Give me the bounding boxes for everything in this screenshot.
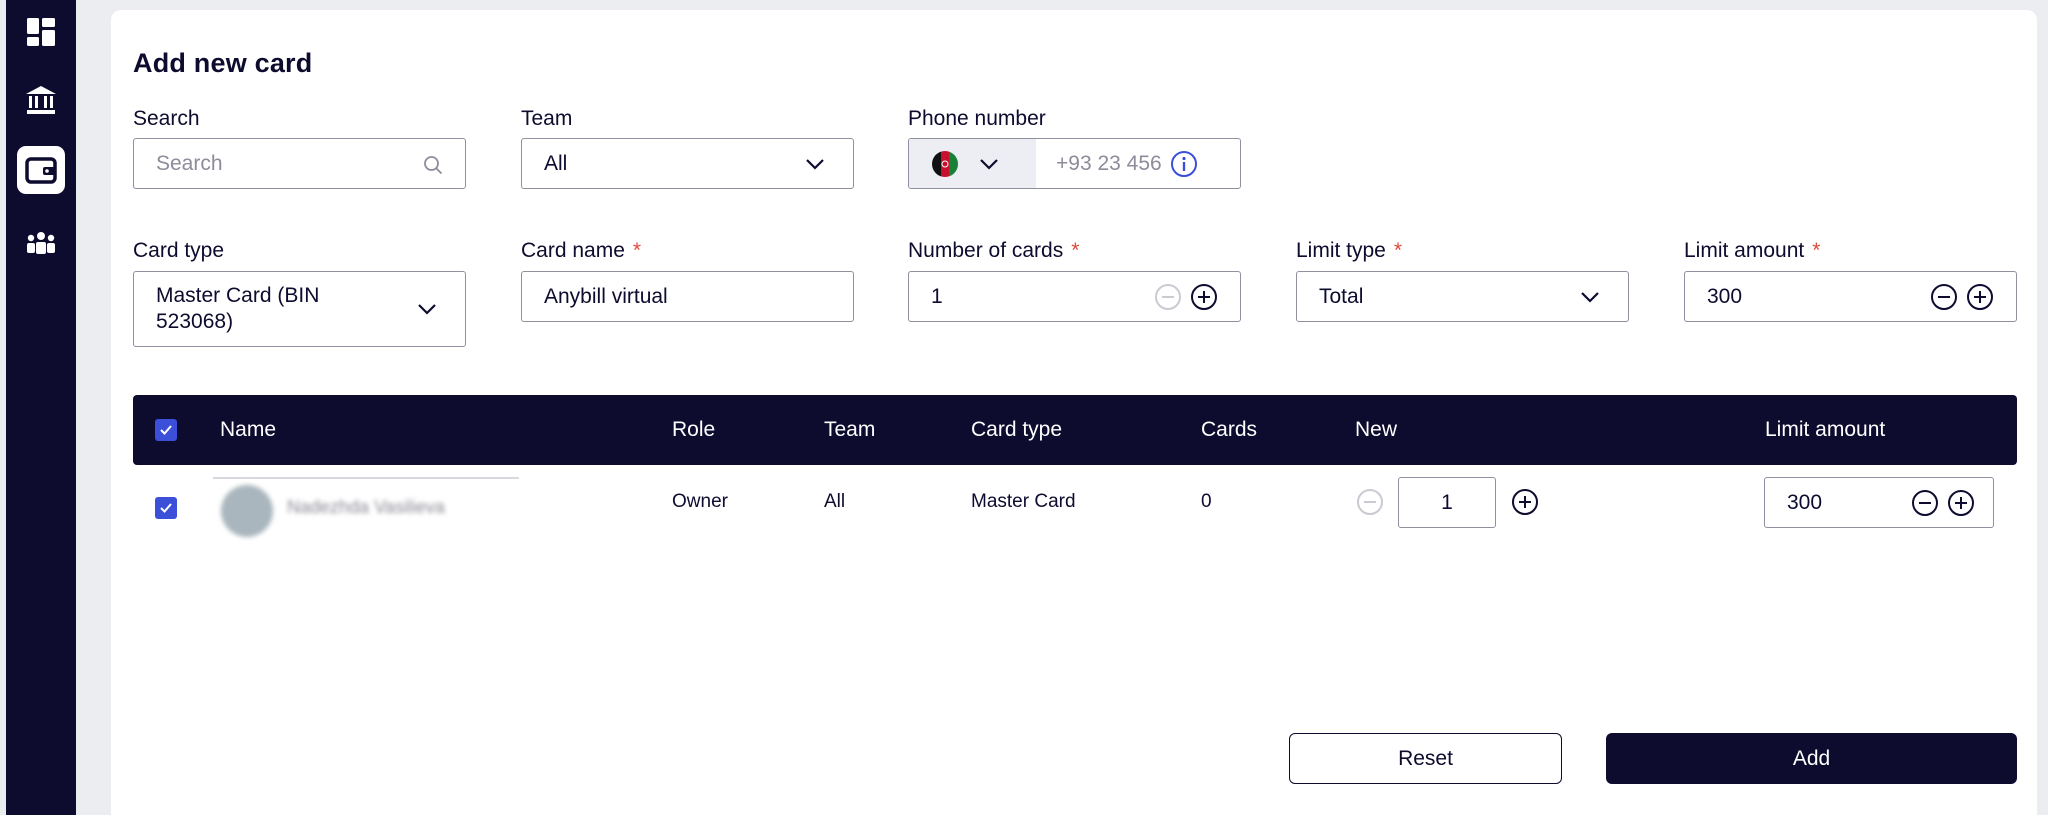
add-button[interactable]: Add: [1606, 733, 2017, 784]
card-type-value: Master Card (BIN 523068): [156, 284, 320, 333]
plus-circle-icon[interactable]: [1947, 489, 1975, 517]
row-card-type: Master Card: [971, 491, 1076, 512]
sidebar: [6, 0, 76, 815]
limit-amount-label: Limit amount *: [1684, 239, 1821, 262]
user-name: Nadezhda Vasilieva: [287, 497, 445, 517]
limit-type-label: Limit type *: [1296, 239, 1403, 262]
minus-circle-icon[interactable]: [1930, 283, 1958, 311]
user-cell: Nadezhda Vasilieva: [213, 477, 519, 537]
plus-circle-icon[interactable]: [1190, 283, 1218, 311]
chevron-down-icon: [418, 304, 436, 315]
dashboard-icon: [27, 18, 55, 46]
row-cards: 0: [1201, 491, 1212, 512]
team-label: Team: [521, 107, 573, 130]
minus-circle-icon[interactable]: [1356, 488, 1384, 516]
col-role[interactable]: Role: [672, 418, 715, 442]
card-name-label: Card name *: [521, 239, 642, 262]
row-limit-amount-value[interactable]: 300: [1765, 491, 1911, 515]
phone-placeholder[interactable]: +93 23 456: [1036, 152, 1162, 176]
search-placeholder: Search: [156, 151, 223, 175]
checkmark-icon: [160, 425, 172, 435]
card-name-value: Anybill virtual: [544, 284, 668, 308]
search-icon: [424, 156, 443, 175]
plus-circle-icon[interactable]: [1511, 488, 1539, 516]
minus-circle-icon[interactable]: [1154, 283, 1182, 311]
new-cards-input[interactable]: 1: [1398, 477, 1496, 528]
col-cards[interactable]: Cards: [1201, 418, 1257, 442]
nav-cards[interactable]: [17, 146, 65, 194]
nav-team[interactable]: [17, 219, 65, 267]
col-name[interactable]: Name: [220, 418, 276, 442]
nav-bank[interactable]: [17, 76, 65, 124]
card-name-input[interactable]: Anybill virtual: [521, 271, 854, 322]
nav-dashboard[interactable]: [17, 8, 65, 56]
row-role: Owner: [672, 491, 728, 512]
row-limit-amount-stepper: 300: [1764, 477, 1994, 528]
col-new[interactable]: New: [1355, 418, 1397, 442]
plus-circle-icon[interactable]: [1966, 283, 1994, 311]
chevron-down-icon: [980, 158, 998, 170]
card-type-label: Card type: [133, 239, 225, 262]
reset-button[interactable]: Reset: [1289, 733, 1562, 784]
afghanistan-flag-icon: [932, 150, 958, 177]
select-all-checkbox[interactable]: [155, 419, 177, 441]
number-of-cards-label: Number of cards *: [908, 239, 1080, 262]
row-team: All: [824, 491, 846, 512]
card-type-select[interactable]: Master Card (BIN 523068): [133, 271, 466, 347]
checkmark-icon: [160, 503, 172, 513]
limit-type-value: Total: [1319, 284, 1364, 308]
phone-label: Phone number: [908, 107, 1046, 130]
chevron-down-icon: [806, 158, 824, 170]
add-card-panel: Add new card Search Team Phone number Se…: [111, 10, 2037, 815]
team-icon: [27, 232, 55, 254]
avatar: [221, 485, 273, 537]
table-header: Name Role Team Card type Cards New Limit…: [133, 395, 2017, 465]
limit-amount-stepper: 300: [1684, 271, 2017, 322]
limit-type-select[interactable]: Total: [1296, 271, 1629, 322]
number-of-cards-stepper: 1: [908, 271, 1241, 322]
team-value: All: [544, 151, 568, 175]
col-card-type[interactable]: Card type: [971, 418, 1062, 442]
info-icon[interactable]: [1170, 150, 1198, 178]
wallet-icon: [25, 157, 57, 184]
team-select[interactable]: All: [521, 138, 854, 189]
search-label: Search: [133, 107, 200, 130]
country-select[interactable]: [909, 139, 1036, 188]
phone-field: +93 23 456: [908, 138, 1241, 189]
new-cards-value: 1: [1441, 490, 1453, 514]
minus-circle-icon[interactable]: [1911, 489, 1939, 517]
chevron-down-icon: [1581, 291, 1599, 303]
page-title: Add new card: [133, 48, 313, 78]
bank-icon: [26, 86, 56, 114]
col-team[interactable]: Team: [824, 418, 875, 442]
col-limit-amount[interactable]: Limit amount: [1765, 418, 1885, 442]
row-checkbox[interactable]: [155, 497, 177, 519]
search-input[interactable]: Search: [133, 138, 466, 189]
table-row: Nadezhda Vasilieva Owner All Master Card…: [133, 465, 2017, 537]
